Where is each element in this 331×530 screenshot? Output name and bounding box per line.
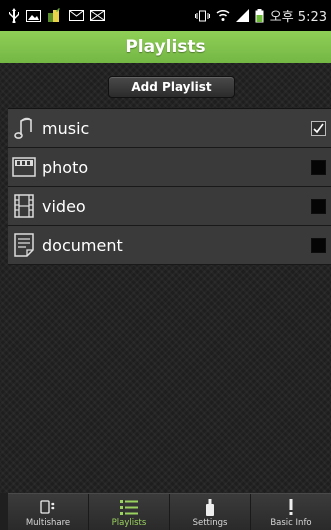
signal-icon bbox=[235, 9, 249, 22]
list-item-photo[interactable]: photo bbox=[8, 148, 331, 187]
bottom-tab-bar: Multishare Playlists Settings Basic Info bbox=[8, 493, 331, 530]
notification-app-icon bbox=[47, 8, 63, 23]
list-item-document[interactable]: document bbox=[8, 226, 331, 265]
status-time: 오후 5:23 bbox=[269, 10, 327, 25]
multishare-icon bbox=[40, 497, 56, 517]
main-content: Add Playlist music photo video document bbox=[0, 63, 331, 493]
playlist-checkbox[interactable] bbox=[311, 160, 326, 175]
playlist-label: photo bbox=[42, 157, 89, 177]
wifi-icon bbox=[216, 9, 230, 22]
status-right: 오후 5:23 bbox=[194, 6, 327, 25]
vibrate-icon bbox=[194, 10, 210, 22]
list-item-video[interactable]: video bbox=[8, 187, 331, 226]
info-icon bbox=[288, 497, 294, 517]
film-icon bbox=[11, 193, 37, 219]
tab-settings[interactable]: Settings bbox=[170, 494, 251, 530]
tab-playlists[interactable]: Playlists bbox=[89, 494, 170, 530]
playlist-label: document bbox=[42, 235, 123, 255]
document-icon bbox=[11, 232, 37, 258]
playlist-label: music bbox=[42, 118, 90, 138]
page-title: Playlists bbox=[125, 37, 206, 57]
settings-icon bbox=[205, 497, 215, 517]
music-note-icon bbox=[11, 115, 37, 141]
tab-label: Settings bbox=[192, 518, 228, 528]
usb-icon bbox=[8, 8, 20, 23]
message-icon bbox=[90, 10, 105, 21]
gallery-icon bbox=[26, 9, 41, 22]
title-bar: Playlists bbox=[0, 31, 331, 63]
tab-label: Playlists bbox=[111, 518, 147, 528]
list-item-music[interactable]: music bbox=[8, 109, 331, 148]
tab-basic-info[interactable]: Basic Info bbox=[251, 494, 331, 530]
tab-label: Multishare bbox=[25, 518, 71, 528]
list-icon bbox=[120, 497, 138, 517]
playlist-label: video bbox=[42, 196, 86, 216]
playlist-checkbox[interactable] bbox=[311, 199, 326, 214]
playlist-list: music photo video document bbox=[8, 108, 331, 265]
tab-multishare[interactable]: Multishare bbox=[8, 494, 89, 530]
playlist-checkbox[interactable] bbox=[311, 238, 326, 253]
add-playlist-button[interactable]: Add Playlist bbox=[108, 76, 235, 98]
status-bar: 오후 5:23 bbox=[0, 0, 331, 31]
status-left bbox=[8, 8, 105, 23]
playlist-checkbox[interactable] bbox=[311, 121, 326, 136]
battery-icon bbox=[255, 8, 264, 23]
tab-label: Basic Info bbox=[270, 518, 312, 528]
mail-icon bbox=[69, 10, 84, 21]
photo-icon bbox=[11, 154, 37, 180]
